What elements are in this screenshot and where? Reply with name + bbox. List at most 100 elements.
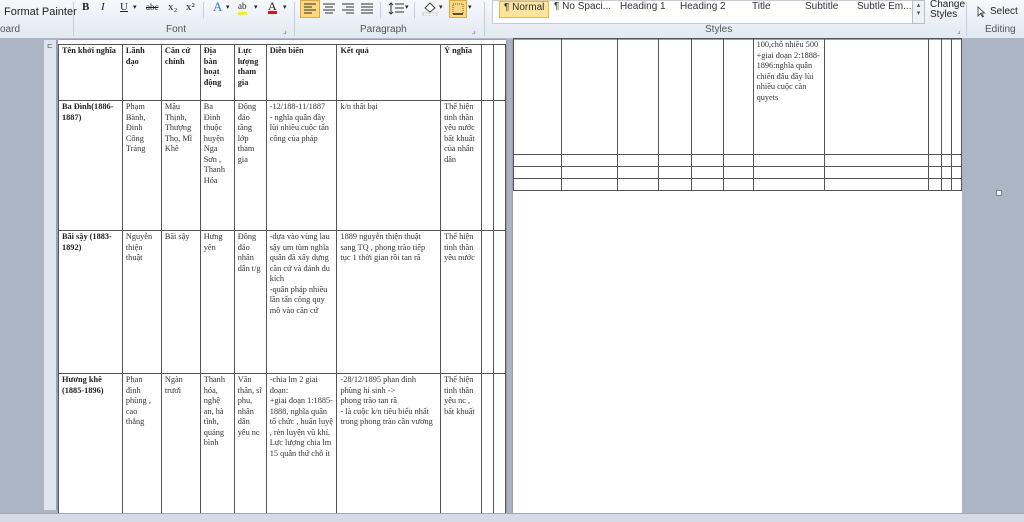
cell-result[interactable]: -28/12/1895 phan đình phùng hi sinh -> p… xyxy=(336,373,442,514)
line-spacing-dropdown-icon[interactable]: ▾ xyxy=(405,3,409,18)
cell-events-continued[interactable]: 100,chỗ nhiều 500 +giai đoạn 2:1888-1896… xyxy=(752,38,826,155)
strikethrough-button[interactable]: abc xyxy=(146,2,159,17)
borders-button[interactable] xyxy=(449,0,467,18)
style-title[interactable]: Title xyxy=(752,1,771,16)
format-painter-button[interactable]: Format Painter xyxy=(4,6,77,18)
cell-events[interactable]: -dựa vào vùng lau sậy um tùm nghĩa quân … xyxy=(265,230,338,374)
cell-uprising-name[interactable]: Ba Đình(1886-1887) xyxy=(58,100,123,231)
cell[interactable] xyxy=(560,178,618,191)
cell[interactable] xyxy=(824,154,930,167)
cell-empty[interactable] xyxy=(481,230,494,374)
history-table-continued[interactable]: 100,chỗ nhiều 500 +giai đoạn 2:1888-1896… xyxy=(513,38,963,191)
text-effects-dropdown-icon[interactable]: ▾ xyxy=(226,3,230,18)
cell-uprising-name[interactable]: Hương khê (1885-1896) xyxy=(58,373,123,514)
cell[interactable] xyxy=(722,166,754,179)
font-color-button[interactable]: A xyxy=(268,0,277,14)
text-effects-button[interactable]: A xyxy=(213,0,222,14)
select-button[interactable]: Select xyxy=(990,6,1018,17)
align-left-button[interactable] xyxy=(300,0,320,18)
cell-meaning[interactable]: Thể hiện tinh thần yêu nước xyxy=(440,230,482,374)
cell[interactable] xyxy=(722,178,754,191)
cell-forces[interactable]: Động đảo tầng lớp tham gia xyxy=(233,100,267,231)
cell[interactable] xyxy=(560,154,618,167)
superscript-button[interactable]: x² xyxy=(186,1,195,16)
cell-events[interactable]: -12/188-11/1887 - nghĩa quân đầy lùi nhi… xyxy=(265,100,338,231)
subscript-button[interactable]: x₂ xyxy=(168,1,177,16)
cell[interactable] xyxy=(691,166,724,179)
cell-result[interactable]: k/n thất bại xyxy=(336,100,442,231)
cell-leader[interactable]: Phan đình phùng , cao thắng xyxy=(121,373,162,514)
align-center-icon[interactable] xyxy=(321,1,337,16)
cell-meaning[interactable]: Thể hiện tinh thần yêu nước bất khuất củ… xyxy=(440,100,482,231)
cell-empty[interactable] xyxy=(481,100,494,231)
cell[interactable] xyxy=(928,154,943,167)
cell[interactable] xyxy=(657,154,693,167)
cell[interactable] xyxy=(616,178,659,191)
cell[interactable] xyxy=(657,166,693,179)
cell[interactable] xyxy=(513,166,562,179)
cell[interactable] xyxy=(824,38,930,155)
cell-empty[interactable] xyxy=(492,230,507,374)
underline-dropdown-icon[interactable]: ▾ xyxy=(133,3,137,18)
cell-empty[interactable] xyxy=(492,100,507,231)
select-arrow-icon[interactable] xyxy=(976,6,986,18)
document-page-2[interactable]: 100,chỗ nhiều 500 +giai đoạn 2:1888-1896… xyxy=(513,38,963,513)
cell-events[interactable]: -chia lm 2 giai đoạn: +giai đoạn 1:1885-… xyxy=(265,373,338,514)
tab-selector-icon[interactable]: ⊏ xyxy=(47,42,53,50)
document-page-1[interactable]: Tên khởi nghĩa Lãnh đạo Căn cứ chính Địa… xyxy=(58,40,507,514)
cell[interactable] xyxy=(928,166,943,179)
style-normal[interactable]: ¶ Normal xyxy=(499,1,550,18)
borders-dropdown-icon[interactable]: ▾ xyxy=(468,3,472,18)
cell[interactable] xyxy=(950,178,963,191)
cell[interactable] xyxy=(513,154,562,167)
cell[interactable] xyxy=(616,154,659,167)
cell[interactable] xyxy=(722,154,754,167)
style-heading-1[interactable]: Heading 1 xyxy=(620,1,666,16)
highlight-button[interactable]: ab xyxy=(238,1,247,15)
cell-area[interactable]: Hưng yên xyxy=(199,230,235,374)
cell[interactable] xyxy=(691,154,724,167)
history-table[interactable]: Tên khởi nghĩa Lãnh đạo Căn cứ chính Địa… xyxy=(58,44,507,514)
cell-empty[interactable] xyxy=(492,373,507,514)
cell-forces[interactable]: Đông đảo nhân dân t/g xyxy=(233,230,267,374)
cell-uprising-name[interactable]: Bãi sậy (1883-1892) xyxy=(58,230,123,374)
cell-result[interactable]: 1889 nguyễn thiện thuật sang TQ , phong … xyxy=(336,230,442,374)
styles-dialog-launcher-icon[interactable]: ⌟ xyxy=(957,26,961,35)
style-heading-2[interactable]: Heading 2 xyxy=(680,1,726,16)
cell-base[interactable]: Mậu Thịnh, Thượng Thọ, Mĩ Khê xyxy=(160,100,201,231)
cell-empty[interactable] xyxy=(481,373,494,514)
change-styles-label-2[interactable]: Styles xyxy=(930,9,957,20)
paragraph-dialog-launcher-icon[interactable]: ⌟ xyxy=(472,26,476,35)
cell[interactable] xyxy=(657,178,693,191)
cell[interactable] xyxy=(657,38,693,155)
cell-base[interactable]: Ngàn trươi xyxy=(160,373,201,514)
shading-dropdown-icon[interactable]: ▾ xyxy=(439,3,443,18)
cell[interactable] xyxy=(928,38,943,155)
style-subtle-emphasis[interactable]: Subtle Em... xyxy=(857,1,911,16)
cell[interactable] xyxy=(941,38,952,155)
cell[interactable] xyxy=(950,154,963,167)
justify-icon[interactable] xyxy=(359,1,375,16)
cell-leader[interactable]: Nguyễn thiện thuật xyxy=(121,230,162,374)
cell-forces[interactable]: Văn thân, sĩ phu, nhân dân yêu nc xyxy=(233,373,267,514)
cell-area[interactable]: Thanh hóa, nghệ an, hà tĩnh, quảng bình xyxy=(199,373,235,514)
cell-area[interactable]: Ba Đình thuộc huyện Nga Sơn , Thanh Hóa xyxy=(199,100,235,231)
underline-button[interactable]: U xyxy=(120,1,128,16)
cell[interactable] xyxy=(560,166,618,179)
highlight-dropdown-icon[interactable]: ▾ xyxy=(254,3,258,18)
cell[interactable] xyxy=(941,178,952,191)
cell[interactable] xyxy=(691,38,724,155)
cell[interactable] xyxy=(941,166,952,179)
cell[interactable] xyxy=(513,178,562,191)
cell[interactable] xyxy=(950,166,963,179)
cell[interactable] xyxy=(616,166,659,179)
cell[interactable] xyxy=(691,178,724,191)
align-right-icon[interactable] xyxy=(340,1,356,16)
cell[interactable] xyxy=(941,154,952,167)
cell[interactable] xyxy=(928,178,943,191)
font-color-dropdown-icon[interactable]: ▾ xyxy=(283,3,287,18)
cell[interactable] xyxy=(513,38,562,155)
cell[interactable] xyxy=(722,38,754,155)
cell[interactable] xyxy=(752,166,826,179)
cell-meaning[interactable]: Thể hiện tinh thần yêu nc , bất khuất xyxy=(440,373,482,514)
